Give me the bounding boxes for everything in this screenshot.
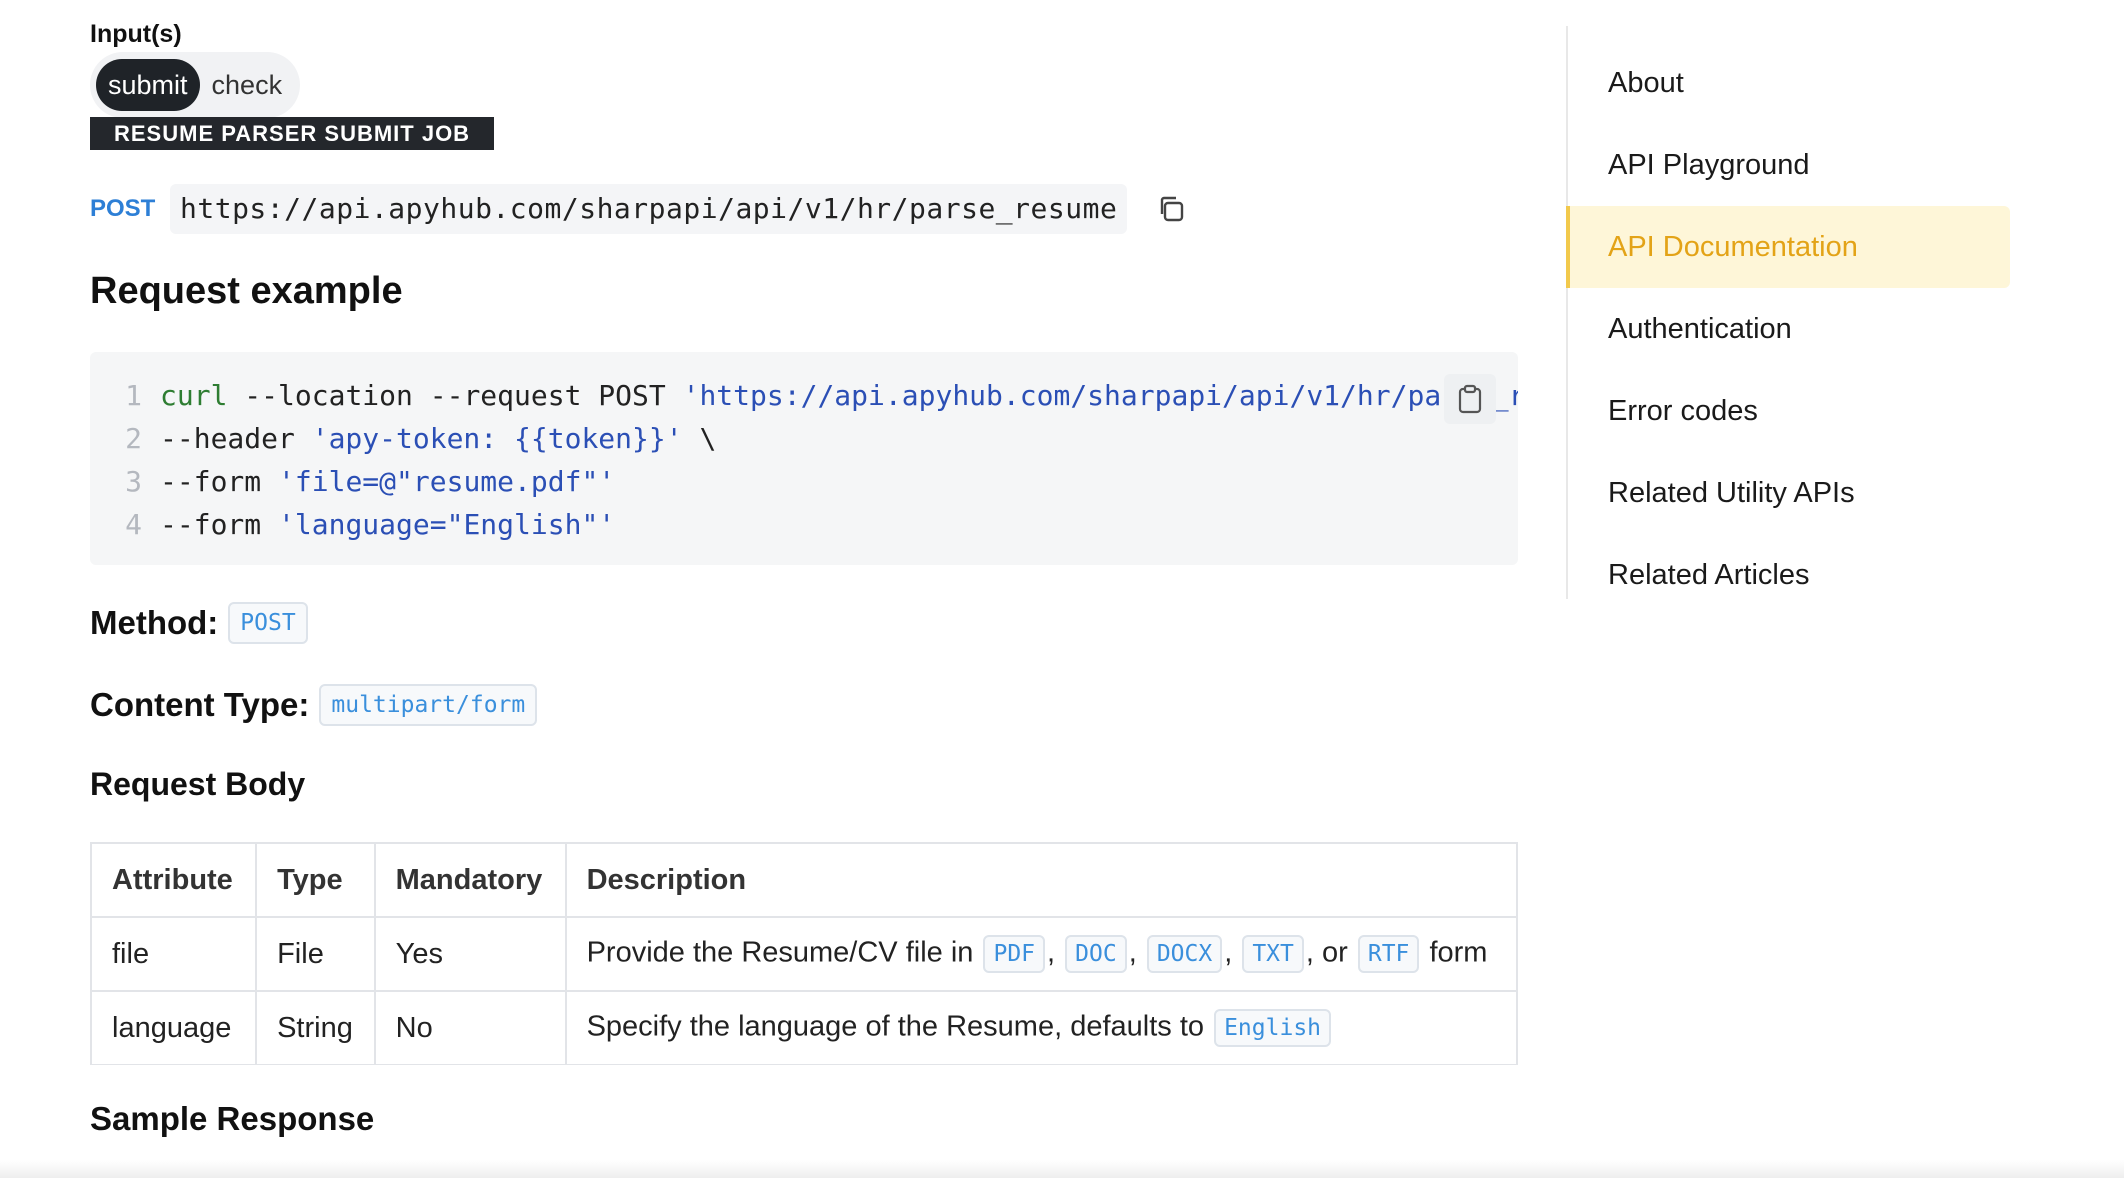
description-text: , [1047, 936, 1064, 969]
column-header: Mandatory [373, 842, 567, 918]
table-header-row: Attribute Type Mandatory Description [90, 842, 1518, 918]
format-code: PDF [983, 935, 1046, 973]
endpoint-method: POST [90, 195, 156, 222]
method-row: Method: POST [90, 602, 308, 644]
inputs-label: Input(s) [90, 20, 182, 48]
code-token: --form [160, 465, 279, 498]
description-text: Provide the Resume/CV file in [586, 936, 982, 969]
endpoint-url: https://api.apyhub.com/sharpapi/api/v1/h… [170, 184, 1128, 234]
table-row: file File Yes Provide the Resume/CV file in… [90, 916, 1518, 992]
tab-check[interactable]: check [200, 59, 295, 111]
cell-attribute: file [90, 916, 258, 992]
line-number: 1 [125, 379, 142, 412]
tab-submit[interactable]: submit [96, 59, 200, 111]
bottom-edge-shadow [0, 1160, 2124, 1178]
sidebar-item-related-utility-apis[interactable]: Related Utility APIs [1568, 452, 2010, 534]
sidebar-item-error-codes[interactable]: Error codes [1568, 370, 2010, 452]
code-block: 1 curl --location --request POST 'https:/… [90, 352, 1518, 565]
cell-attribute: language [90, 990, 258, 1065]
main-content: Input(s) submit check RESUME PARSER SUBM… [90, 0, 1518, 1178]
copy-icon[interactable] [1151, 189, 1191, 229]
description-text: , [1224, 936, 1241, 969]
format-code: TXT [1242, 935, 1304, 973]
sidebar-item-api-documentation[interactable]: API Documentation [1566, 206, 2010, 288]
method-label: Method: [90, 604, 219, 641]
code-token: --location --request POST [227, 379, 683, 412]
code-token: --header [160, 422, 312, 455]
column-header: Description [564, 842, 1518, 918]
code-line: 4 --form 'language="English"' [90, 503, 1518, 546]
request-example-heading: Request example [90, 270, 403, 312]
sidebar-nav: About API Playground API Documentation A… [1566, 26, 2010, 599]
code-line: 3 --form 'file=@"resume.pdf"' [90, 460, 1518, 503]
line-number: 2 [125, 422, 142, 455]
format-code: DOCX [1146, 935, 1223, 973]
input-mode-toggle: submit check [90, 52, 300, 118]
content-type-label: Content Type: [90, 686, 310, 723]
cell-description: Provide the Resume/CV file in PDF, DOC , … [564, 916, 1518, 992]
column-header: Type [255, 842, 376, 918]
sidebar-item-about[interactable]: About [1568, 42, 2010, 124]
format-code: English [1214, 1009, 1332, 1047]
line-number: 3 [125, 465, 142, 498]
sample-response-heading: Sample Response [90, 1100, 375, 1137]
code-token: 'apy-token: {{token}}' [311, 422, 683, 455]
cell-mandatory: Yes [373, 916, 567, 992]
code-line: 1 curl --location --request POST 'https:/… [90, 374, 1518, 417]
format-code: RTF [1357, 935, 1420, 973]
table-row: language String No Specify the language of … [90, 990, 1518, 1065]
code-line: 2 --header 'apy-token: {{token}}' \ [90, 417, 1518, 460]
content-type-row: Content Type: multipart/form [90, 684, 538, 726]
cell-type: String [255, 990, 376, 1065]
description-text: form [1421, 936, 1488, 969]
format-code: DOC [1065, 935, 1127, 973]
content-type-value: multipart/form [319, 684, 538, 726]
request-body-heading: Request Body [90, 766, 306, 802]
code-token: --form [160, 508, 279, 541]
method-value: POST [228, 602, 308, 644]
code-token: \ [682, 422, 717, 455]
sidebar-item-api-playground[interactable]: API Playground [1568, 124, 2010, 206]
cell-description: Specify the language of the Resume, defa… [564, 990, 1518, 1065]
cell-mandatory: No [373, 990, 567, 1065]
line-number: 4 [125, 508, 142, 541]
sidebar-item-related-articles[interactable]: Related Articles [1568, 534, 2010, 616]
description-text: , or [1305, 936, 1356, 969]
cell-type: File [255, 916, 376, 992]
endpoint-row: POST https://api.apyhub.com/sharpapi/api… [90, 184, 1191, 234]
code-token: 'language="English"' [278, 508, 616, 541]
code-token: 'https://api.apyhub.com/sharpapi/api/v1/… [682, 379, 1518, 412]
job-title-badge: RESUME PARSER SUBMIT JOB [90, 117, 495, 150]
request-body-table: Attribute Type Mandatory Description fil… [90, 842, 1518, 1065]
description-text: Specify the language of the Resume, defa… [586, 1010, 1213, 1043]
column-header: Attribute [90, 842, 258, 918]
description-text: , [1128, 936, 1145, 969]
code-copy-icon[interactable] [1444, 374, 1496, 424]
code-token: curl [160, 379, 228, 412]
code-token: 'file=@"resume.pdf"' [278, 465, 616, 498]
sidebar-item-authentication[interactable]: Authentication [1568, 288, 2010, 370]
